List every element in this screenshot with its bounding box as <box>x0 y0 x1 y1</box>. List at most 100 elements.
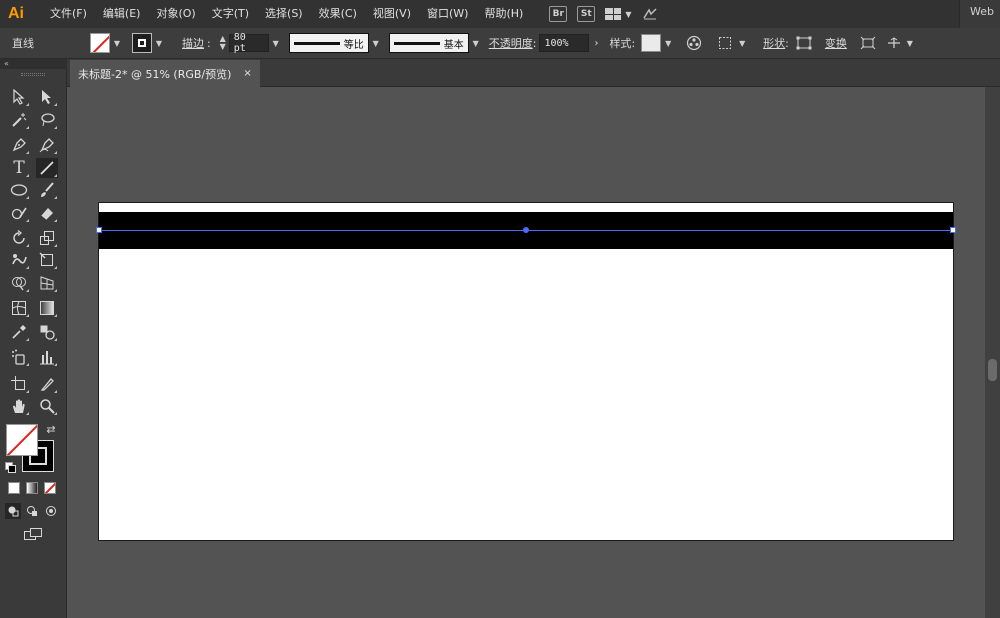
pen-tool-icon[interactable] <box>8 135 30 155</box>
shape-label[interactable]: 形状 <box>763 35 785 51</box>
hand-tool-icon[interactable] <box>8 396 30 416</box>
menu-edit[interactable]: 编辑(E) <box>95 0 149 28</box>
draw-normal-icon[interactable] <box>5 503 21 519</box>
symbol-sprayer-tool-icon[interactable] <box>8 347 30 367</box>
none-mode-button[interactable] <box>44 482 56 494</box>
slice-tool-icon[interactable] <box>36 374 58 394</box>
draw-inside-icon[interactable] <box>43 503 59 519</box>
change-screen-mode-icon[interactable] <box>22 526 44 542</box>
fill-dropdown-icon[interactable]: ▼ <box>110 33 124 53</box>
vertical-scrollbar[interactable] <box>985 87 1000 618</box>
control-bar: 直线 ▼ ▼ 描边 : ▲ ▼ 80 pt ▼ 等比 ▼ 基本 ▼ 不透明度 : … <box>0 28 1000 59</box>
direct-selection-tool-icon[interactable] <box>36 87 58 107</box>
panel-grip[interactable] <box>21 73 45 76</box>
scale-tool-icon[interactable] <box>36 228 58 248</box>
menu-effect[interactable]: 效果(C) <box>311 0 365 28</box>
artboard-tool-icon[interactable] <box>8 374 30 394</box>
arrange-documents-button[interactable]: ▼ <box>605 8 631 20</box>
panel-collapse-button[interactable]: « <box>0 59 67 69</box>
stroke-weight-dropdown-icon[interactable]: ▼ <box>269 33 283 53</box>
brush-line-icon <box>393 41 440 45</box>
panel-options-icon[interactable] <box>885 34 903 52</box>
shape-builder-tool-icon[interactable] <box>8 273 30 293</box>
bridge-button[interactable]: Br <box>549 6 568 22</box>
stroke-dropdown-icon[interactable]: ▼ <box>152 33 166 53</box>
transform-label[interactable]: 变换 <box>825 35 847 51</box>
paintbrush-tool-icon[interactable] <box>36 180 58 200</box>
center-point[interactable] <box>523 227 529 233</box>
gradient-mode-button[interactable] <box>26 482 38 494</box>
scrollbar-thumb[interactable] <box>988 359 997 381</box>
graphic-style-swatch[interactable] <box>641 34 662 52</box>
draw-behind-icon[interactable] <box>24 503 40 519</box>
recolor-artwork-icon[interactable] <box>685 34 703 52</box>
menu-window[interactable]: 窗口(W) <box>419 0 476 28</box>
column-graph-tool-icon[interactable] <box>36 347 58 367</box>
menu-select[interactable]: 选择(S) <box>257 0 311 28</box>
start-anchor-point[interactable] <box>96 227 102 233</box>
brush-definition[interactable]: 基本 <box>388 33 469 53</box>
perspective-grid-tool-icon[interactable] <box>36 273 58 293</box>
close-icon[interactable]: × <box>243 68 251 79</box>
align-dropdown-icon[interactable]: ▼ <box>735 33 749 53</box>
line-segment-tool-icon[interactable] <box>36 158 58 178</box>
opacity-label[interactable]: 不透明度 <box>489 35 533 51</box>
current-tool-label: 直线 <box>12 37 34 50</box>
panel-options-dropdown-icon[interactable]: ▼ <box>903 33 917 53</box>
profile-dropdown-icon[interactable]: ▼ <box>369 33 383 53</box>
mesh-tool-icon[interactable] <box>8 298 30 318</box>
stroke-weight-field[interactable]: 80 pt <box>228 32 269 54</box>
magic-wand-tool-icon[interactable] <box>8 110 30 130</box>
style-label: 样式 <box>609 37 632 50</box>
stroke-weight-stepper[interactable]: ▲ ▼ <box>217 35 229 51</box>
lasso-tool-icon[interactable] <box>36 110 58 130</box>
chevron-down-icon: ▼ <box>625 9 632 19</box>
isolate-icon[interactable] <box>859 34 877 52</box>
selection-tool-icon[interactable] <box>8 87 30 107</box>
eraser-tool-icon[interactable] <box>36 203 58 223</box>
menubar-icons: Br St ▼ <box>549 5 659 23</box>
gradient-tool-icon[interactable] <box>36 298 58 318</box>
opacity-arrow-icon[interactable]: › <box>589 34 603 52</box>
shape-bounds-icon[interactable] <box>795 34 813 52</box>
eyedropper-tool-icon[interactable] <box>8 322 30 342</box>
menu-type[interactable]: 文字(T) <box>204 0 257 28</box>
type-tool-icon[interactable]: T <box>8 158 30 178</box>
brush-label: 基本 <box>443 39 464 51</box>
opacity-field[interactable]: 100% <box>539 34 590 52</box>
zoom-tool-icon[interactable] <box>36 396 58 416</box>
default-colors-icon[interactable] <box>5 462 17 474</box>
stock-button[interactable]: St <box>577 6 596 22</box>
fill-color-swatch[interactable] <box>6 424 38 456</box>
blend-tool-icon[interactable] <box>36 322 58 342</box>
rotate-tool-icon[interactable] <box>8 228 30 248</box>
menu-object[interactable]: 对象(O) <box>148 0 203 28</box>
ellipse-tool-icon[interactable] <box>8 180 30 200</box>
app-logo[interactable]: Ai <box>0 0 32 28</box>
tools-panel: T ⇄ <box>0 69 67 618</box>
shaper-tool-icon[interactable] <box>8 203 30 223</box>
curvature-tool-icon[interactable] <box>36 135 58 155</box>
swap-fill-stroke-icon[interactable]: ⇄ <box>44 422 58 436</box>
artboard[interactable] <box>96 202 956 541</box>
free-transform-tool-icon[interactable] <box>36 250 58 270</box>
menu-help[interactable]: 帮助(H) <box>476 0 531 28</box>
color-mode-button[interactable] <box>8 482 20 494</box>
document-tab[interactable]: 未标题-2* @ 51% (RGB/预览) × <box>70 60 260 87</box>
fill-swatch[interactable] <box>90 33 110 53</box>
stroke-swatch[interactable] <box>132 33 152 53</box>
variable-width-profile[interactable]: 等比 <box>288 33 369 53</box>
end-anchor-point[interactable] <box>950 227 956 233</box>
style-dropdown-icon[interactable]: ▼ <box>661 33 675 53</box>
menu-bar: Ai 文件(F) 编辑(E) 对象(O) 文字(T) 选择(S) 效果(C) 视… <box>0 0 1000 28</box>
stroke-label[interactable]: 描边 <box>182 35 204 51</box>
warp-tool-icon[interactable] <box>8 250 30 270</box>
workspace-switcher[interactable]: Web <box>959 0 1000 28</box>
align-to-selection-icon[interactable] <box>717 34 735 52</box>
brush-dropdown-icon[interactable]: ▼ <box>469 33 483 53</box>
menu-file[interactable]: 文件(F) <box>42 0 95 28</box>
menu-view[interactable]: 视图(V) <box>365 0 419 28</box>
document-tab-bar: 未标题-2* @ 51% (RGB/预览) × <box>67 59 1000 87</box>
canvas-area[interactable] <box>67 87 985 618</box>
sync-icon[interactable] <box>641 5 659 23</box>
